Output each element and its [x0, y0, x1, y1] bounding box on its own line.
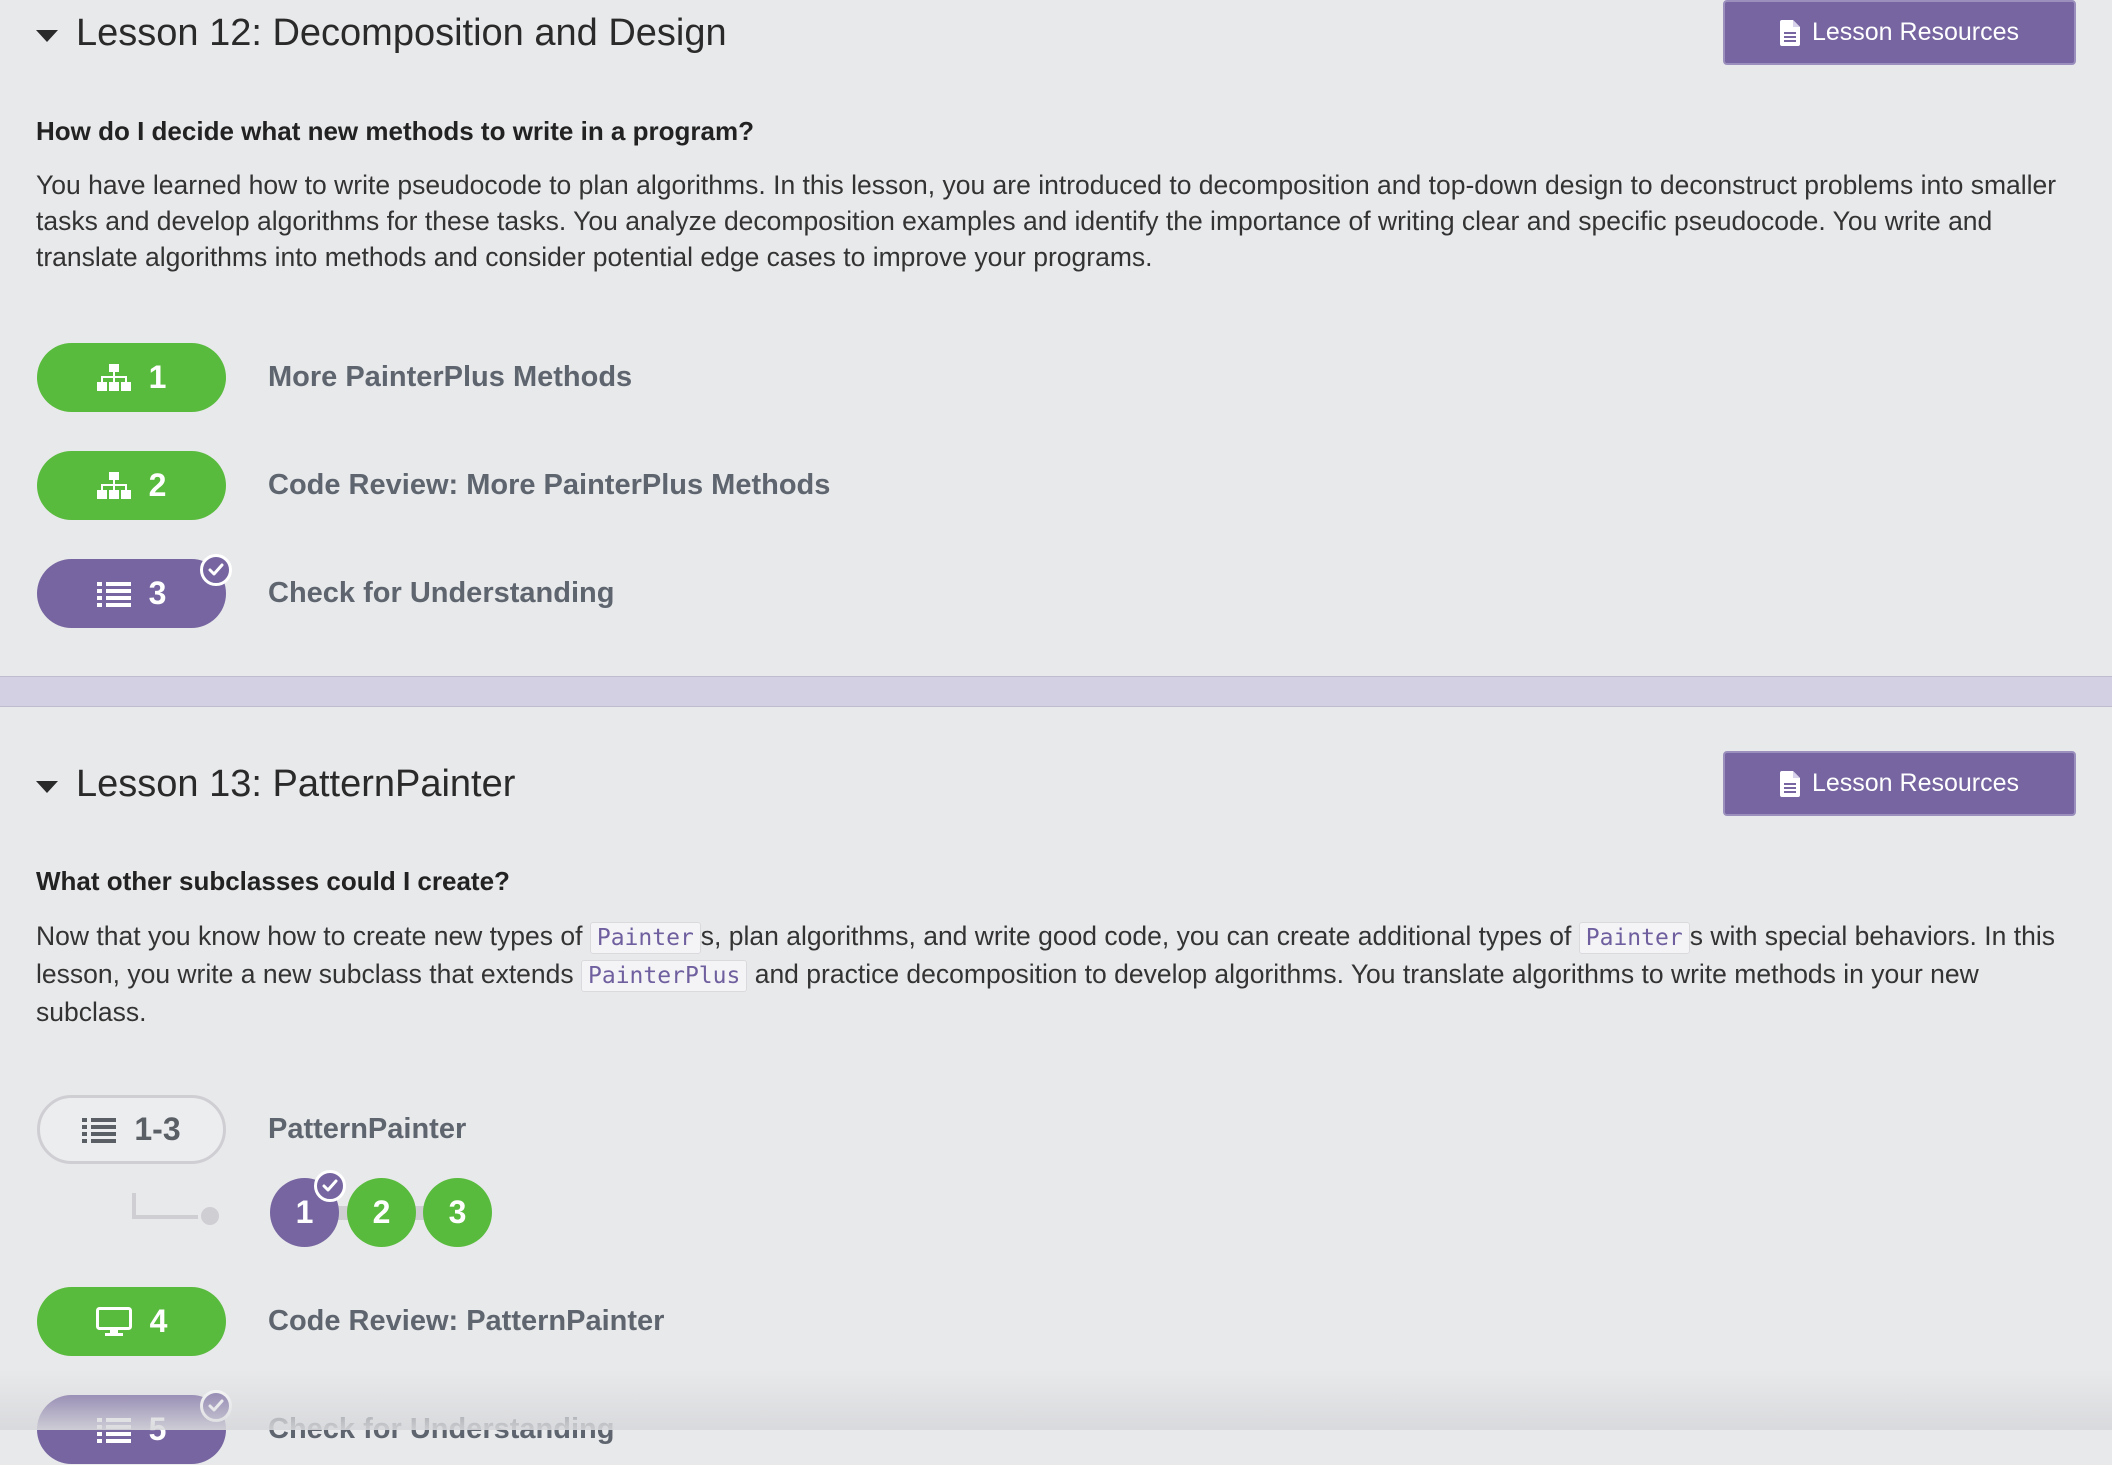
- progress-number: 1: [148, 359, 167, 395]
- sublevel-bubble[interactable]: 3: [423, 1178, 492, 1247]
- progress-bubble[interactable]: 4: [37, 1287, 226, 1356]
- document-icon: [1779, 19, 1800, 46]
- list-icon: [96, 581, 131, 607]
- list-icon: [82, 1117, 117, 1143]
- activity-row: 2 Code Review: More PainterPlus Methods: [37, 451, 1037, 521]
- collapse-caret-icon[interactable]: [36, 30, 58, 42]
- lesson-question: How do I decide what new methods to writ…: [36, 116, 754, 146]
- desktop-icon: [95, 1306, 132, 1336]
- progress-number: 3: [148, 575, 167, 611]
- code-snippet: Painter: [1578, 922, 1690, 954]
- checkmark-icon: [200, 554, 232, 586]
- lesson-question: What other subclasses could I create?: [36, 866, 510, 896]
- lesson-resources-label: Lesson Resources: [1811, 18, 2020, 46]
- lesson-resources-label: Lesson Resources: [1811, 769, 2020, 797]
- activity-link[interactable]: PatternPainter: [268, 1095, 466, 1164]
- checkmark-icon: [314, 1170, 346, 1202]
- document-icon: [1779, 770, 1800, 797]
- code-snippet: PainterPlus: [581, 960, 748, 992]
- lesson-title: Lesson 13: PatternPainter: [76, 763, 516, 805]
- sublevel-bubbles: 1 2 3: [270, 1170, 500, 1250]
- progress-number: 4: [149, 1303, 168, 1339]
- activity-link[interactable]: More PainterPlus Methods: [268, 343, 632, 412]
- sublevel-bubble[interactable]: 2: [347, 1178, 416, 1247]
- progress-bubble[interactable]: 3: [37, 559, 226, 628]
- collapse-caret-icon[interactable]: [36, 781, 58, 793]
- progress-number: 2: [148, 467, 167, 503]
- sublevel-connector: [132, 1193, 211, 1219]
- activity-link[interactable]: Code Review: More PainterPlus Methods: [268, 451, 830, 520]
- activity-link[interactable]: Code Review: PatternPainter: [268, 1287, 664, 1356]
- lesson-divider: [0, 676, 2112, 707]
- lesson-12-section: Lesson 12: Decomposition and Design Less…: [0, 0, 2112, 676]
- lesson-header: Lesson 12: Decomposition and Design Less…: [0, 0, 2112, 70]
- activity-row: 1 More PainterPlus Methods: [37, 343, 1037, 413]
- progress-number: 1-3: [134, 1111, 181, 1147]
- activity-row: 1-3 PatternPainter: [37, 1095, 1037, 1165]
- activity-link[interactable]: Check for Understanding: [268, 559, 614, 628]
- code-snippet: Painter: [589, 922, 701, 954]
- sitemap-icon: [96, 363, 131, 391]
- lesson-description: Now that you know how to create new type…: [36, 921, 2055, 1027]
- lesson-title: Lesson 12: Decomposition and Design: [76, 12, 727, 54]
- activity-row: 4 Code Review: PatternPainter: [37, 1287, 1037, 1357]
- activity-row: 5 Check for Understanding: [37, 1390, 1037, 1465]
- progress-bubble[interactable]: 2: [37, 451, 226, 520]
- progress-bubble[interactable]: 1: [37, 343, 226, 412]
- sitemap-icon: [96, 471, 131, 499]
- lesson-resources-button[interactable]: Lesson Resources: [1723, 0, 2076, 65]
- lesson-header: Lesson 13: PatternPainter Lesson Resourc…: [0, 751, 2112, 821]
- connector-dot: [201, 1207, 219, 1225]
- lesson-resources-button[interactable]: Lesson Resources: [1723, 751, 2076, 816]
- progress-bubble-group[interactable]: 1-3: [37, 1095, 226, 1164]
- checkmark-icon: [200, 1390, 232, 1422]
- lesson-description: You have learned how to write pseudocode…: [36, 170, 2057, 272]
- activity-row: 3 Check for Understanding: [37, 554, 1037, 629]
